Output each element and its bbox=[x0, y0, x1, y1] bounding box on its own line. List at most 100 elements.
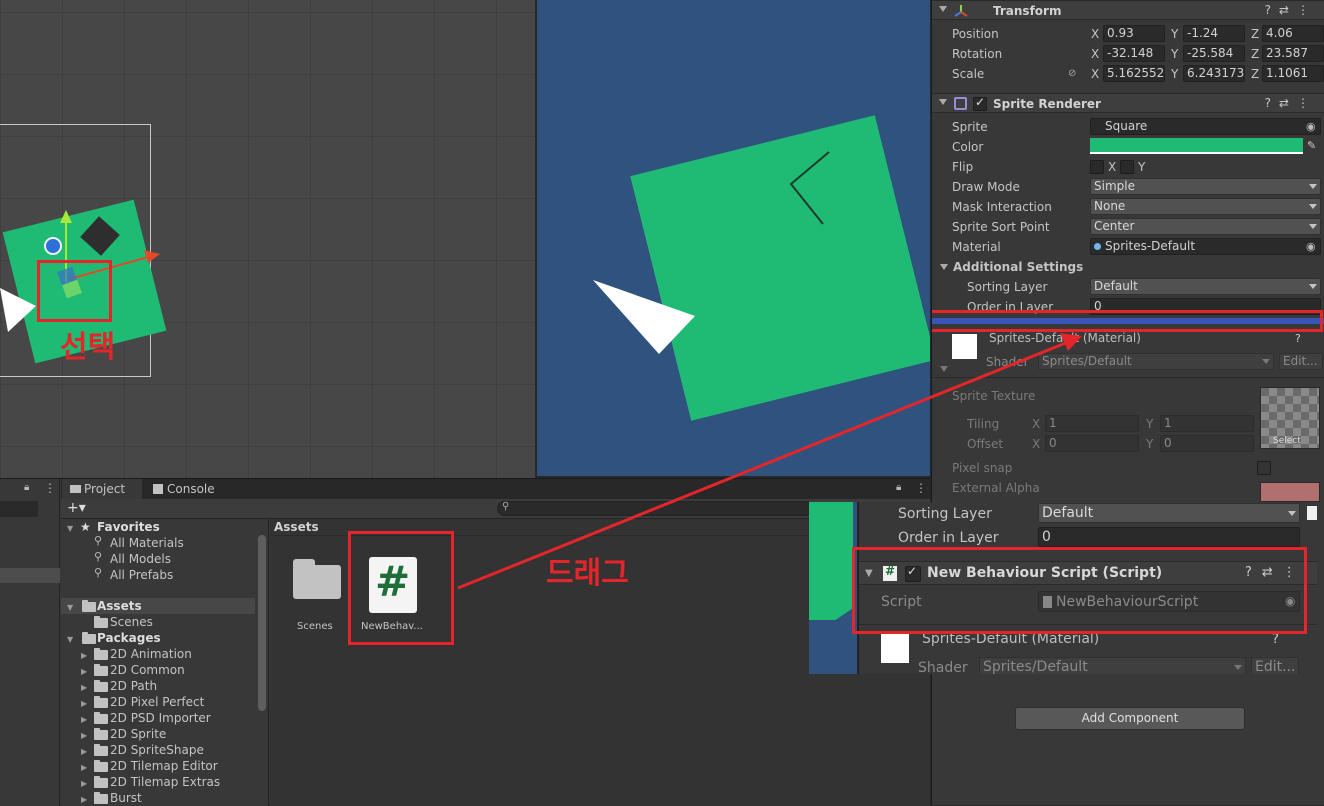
component-menu-icons[interactable]: ?⇄⋮ bbox=[1265, 3, 1317, 17]
expand-arrow-icon[interactable]: ▶ bbox=[81, 683, 87, 692]
object-picker-icon[interactable]: ◉ bbox=[1306, 120, 1316, 133]
favorite-item[interactable]: All Materials bbox=[110, 536, 184, 550]
package-item[interactable]: Burst bbox=[110, 791, 142, 805]
package-item[interactable]: 2D PSD Importer bbox=[110, 711, 211, 725]
asset-item-scenes[interactable]: Scenes bbox=[290, 559, 342, 634]
component-menu-icons[interactable]: ?⇄⋮ bbox=[1265, 96, 1317, 110]
fold-arrow-icon[interactable] bbox=[939, 99, 947, 105]
texture-select-button[interactable]: Select bbox=[1273, 436, 1301, 446]
texture-slot-checkerboard[interactable]: Select bbox=[1260, 387, 1320, 449]
lock-icon[interactable]: 🔒︎ bbox=[24, 482, 29, 493]
external-alpha-texture-slot[interactable] bbox=[1260, 482, 1320, 502]
material-object-field[interactable]: Sprites-Default bbox=[1090, 238, 1321, 255]
scale-z-field[interactable]: 1.1061 bbox=[1262, 65, 1324, 82]
package-item[interactable]: 2D Sprite bbox=[110, 727, 166, 741]
lock-icon[interactable]: 🔒︎ bbox=[896, 482, 901, 493]
expand-arrow-icon[interactable]: ▶ bbox=[81, 715, 87, 724]
expand-arrow-icon[interactable]: ▶ bbox=[81, 699, 87, 708]
flip-x-checkbox[interactable] bbox=[1090, 160, 1104, 174]
expand-arrow-icon[interactable]: ▼ bbox=[67, 603, 73, 612]
sprite-sort-point-dropdown[interactable]: Center bbox=[1090, 218, 1321, 235]
package-item[interactable]: 2D Animation bbox=[110, 647, 192, 661]
package-item[interactable]: 2D SpriteShape bbox=[110, 743, 204, 757]
expand-arrow-icon[interactable]: ▼ bbox=[67, 524, 73, 533]
inset-order-field[interactable]: 0 bbox=[1038, 527, 1300, 547]
draw-mode-dropdown[interactable]: Simple bbox=[1090, 178, 1321, 195]
project-search-input[interactable]: ⚲ bbox=[497, 501, 813, 516]
project-panel[interactable]: 🔒︎ ⋮ Project Console 🔒︎ ⋮ +▾ ⚲ ▼ ★ Favor… bbox=[0, 478, 930, 806]
help-icon[interactable]: ? bbox=[1272, 632, 1279, 647]
help-icon[interactable]: ? bbox=[1295, 332, 1301, 345]
position-x-field[interactable]: 0.93 bbox=[1103, 25, 1165, 42]
mask-interaction-dropdown[interactable]: None bbox=[1090, 198, 1321, 215]
tiling-y-field[interactable]: 1 bbox=[1160, 415, 1254, 432]
assets-child-item[interactable]: Scenes bbox=[110, 615, 153, 629]
position-y-field[interactable]: -1.24 bbox=[1183, 25, 1245, 42]
add-component-button[interactable]: Add Component bbox=[1015, 707, 1245, 730]
expand-arrow-icon[interactable]: ▶ bbox=[81, 667, 87, 676]
expand-arrow-icon[interactable]: ▶ bbox=[81, 651, 87, 660]
packages-label[interactable]: Packages bbox=[97, 631, 161, 645]
hierarchy-search-field[interactable] bbox=[0, 501, 38, 517]
scene-view[interactable]: 선택 bbox=[0, 0, 535, 478]
inset-shader-dropdown[interactable]: Sprites/Default bbox=[979, 657, 1246, 674]
inset-material-thumbnail bbox=[881, 632, 909, 663]
package-item[interactable]: 2D Tilemap Editor bbox=[110, 759, 218, 773]
transform-header[interactable]: Transform ?⇄⋮ bbox=[932, 0, 1324, 20]
tab-console[interactable]: Console bbox=[145, 479, 225, 499]
expand-arrow-icon[interactable]: ▶ bbox=[81, 779, 87, 788]
fold-arrow-icon[interactable] bbox=[939, 6, 947, 12]
shader-dropdown[interactable]: Sprites/Default bbox=[1038, 353, 1274, 370]
favorites-label[interactable]: Favorites bbox=[97, 520, 160, 534]
game-view[interactable] bbox=[537, 0, 930, 476]
sprite-renderer-header[interactable]: Sprite Renderer ?⇄⋮ bbox=[932, 93, 1324, 113]
offset-x-field[interactable]: 0 bbox=[1045, 435, 1139, 452]
more-menu-icon[interactable]: ⋮ bbox=[915, 481, 927, 495]
expand-arrow-icon[interactable]: ▶ bbox=[81, 763, 87, 772]
fold-arrow-icon[interactable] bbox=[940, 264, 948, 270]
rotation-z-field[interactable]: 23.587 bbox=[1262, 45, 1324, 62]
position-z-field[interactable]: 4.06 bbox=[1262, 25, 1324, 42]
more-menu-icon[interactable]: ⋮ bbox=[44, 481, 56, 495]
inset-shader-edit-button[interactable]: Edit... bbox=[1251, 657, 1299, 674]
inset-sorting-layer-dropdown[interactable]: Default bbox=[1038, 503, 1300, 523]
flip-y-checkbox[interactable] bbox=[1120, 160, 1134, 174]
favorite-item[interactable]: All Prefabs bbox=[110, 568, 173, 582]
pixel-snap-checkbox[interactable] bbox=[1257, 461, 1271, 475]
create-add-button[interactable]: +▾ bbox=[67, 500, 86, 516]
eyedropper-icon[interactable]: ✎ bbox=[1307, 139, 1316, 152]
package-item[interactable]: 2D Pixel Perfect bbox=[110, 695, 204, 709]
scale-y-field[interactable]: 6.243173 bbox=[1183, 65, 1245, 82]
inspector-panel[interactable]: Transform ?⇄⋮ Position Rotation Scale ⊘ … bbox=[931, 0, 1324, 805]
fold-arrow-icon[interactable] bbox=[940, 366, 948, 372]
rotation-label: Rotation bbox=[952, 47, 1003, 61]
assets-label[interactable]: Assets bbox=[97, 599, 142, 613]
package-item[interactable]: 2D Tilemap Extras bbox=[110, 775, 220, 789]
expand-arrow-icon[interactable]: ▶ bbox=[81, 795, 87, 804]
expand-arrow-icon[interactable]: ▼ bbox=[67, 635, 73, 644]
package-item[interactable]: 2D Common bbox=[110, 663, 185, 677]
shader-edit-button[interactable]: Edit... bbox=[1279, 353, 1323, 370]
object-picker-icon[interactable]: ◉ bbox=[1306, 240, 1316, 253]
breadcrumb[interactable]: Assets bbox=[274, 520, 319, 534]
scale-x-field[interactable]: 5.162552 bbox=[1103, 65, 1165, 82]
hierarchy-selected-row[interactable] bbox=[0, 568, 60, 583]
additional-settings-label[interactable]: Additional Settings bbox=[953, 260, 1083, 274]
package-item[interactable]: 2D Path bbox=[110, 679, 157, 693]
constrain-proportions-icon[interactable]: ⊘ bbox=[1068, 68, 1076, 79]
sprite-object-field[interactable]: Square bbox=[1090, 118, 1321, 135]
tree-scrollbar[interactable] bbox=[258, 535, 266, 711]
transform-title: Transform bbox=[993, 4, 1062, 18]
rotation-x-field[interactable]: -32.148 bbox=[1103, 45, 1165, 62]
expand-arrow-icon[interactable]: ▶ bbox=[81, 731, 87, 740]
rotation-y-field[interactable]: -25.584 bbox=[1183, 45, 1245, 62]
folder-tree[interactable]: ▼ ★ Favorites ⚲ All Materials ⚲ All Mode… bbox=[61, 519, 269, 806]
color-swatch[interactable] bbox=[1090, 138, 1303, 154]
tab-project[interactable]: Project bbox=[62, 479, 142, 499]
tiling-x-field[interactable]: 1 bbox=[1045, 415, 1139, 432]
favorite-item[interactable]: All Models bbox=[110, 552, 171, 566]
sorting-layer-dropdown[interactable]: Default bbox=[1090, 278, 1321, 295]
sprite-renderer-enabled-checkbox[interactable] bbox=[973, 95, 987, 111]
expand-arrow-icon[interactable]: ▶ bbox=[81, 747, 87, 756]
offset-y-field[interactable]: 0 bbox=[1160, 435, 1254, 452]
